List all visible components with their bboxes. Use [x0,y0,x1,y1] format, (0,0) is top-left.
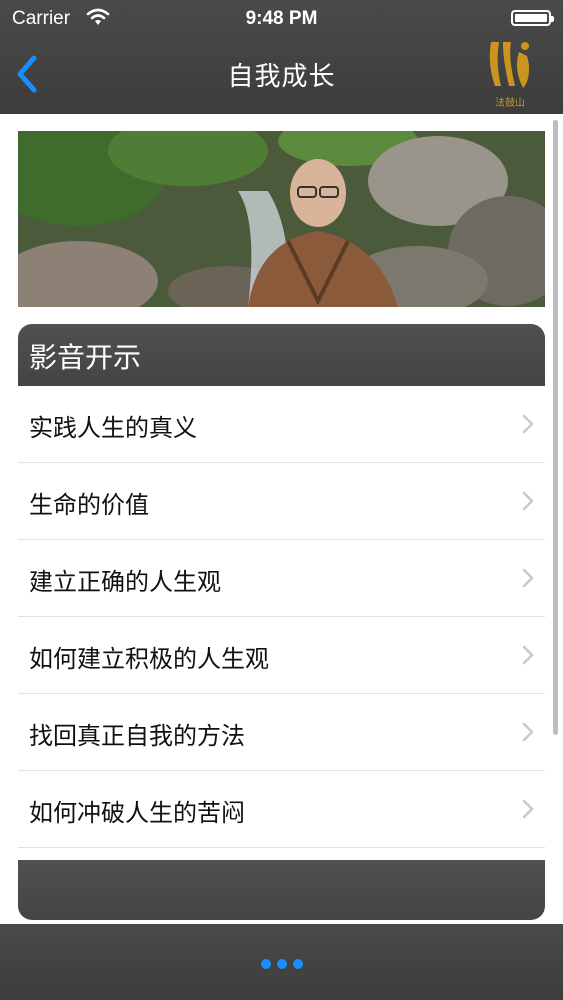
chevron-right-icon [522,491,534,511]
list-item-label: 如何冲破人生的苦闷 [29,799,245,827]
chevron-right-icon [522,568,534,588]
list-item-label: 生命的价值 [29,491,149,519]
chevron-right-icon [522,799,534,819]
list-item[interactable]: 生命的价值 [18,463,545,540]
dot-icon [276,959,287,969]
video-list: 实践人生的真义 生命的价值 建立正确的人生观 如何建立积极的人生观 找回真正自我… [18,386,545,848]
scrollbar[interactable] [553,120,558,735]
section-title: 影音开示 [29,341,142,374]
navigation-bar: Carrier 9:48 PM 自我成长 法鼓山 [0,0,563,114]
list-item-label: 建立正确的人生观 [29,568,221,596]
list-item-label: 如何建立积极的人生观 [29,645,269,673]
list-item[interactable]: 实践人生的真义 [18,386,545,463]
battery-icon [511,10,554,26]
chevron-right-icon [522,722,534,742]
dot-icon [260,959,271,969]
hero-image [18,131,545,307]
list-item[interactable]: 如何建立积极的人生观 [18,617,545,694]
list-item-label: 实践人生的真义 [29,414,197,442]
dharma-drum-logo-icon: 法鼓山 [485,38,535,110]
more-button[interactable] [0,954,563,973]
list-item[interactable]: 找回真正自我的方法 [18,694,545,771]
chevron-right-icon [522,645,534,665]
chevron-right-icon [522,414,534,434]
section-footer [18,860,545,920]
status-bar: Carrier 9:48 PM [0,0,563,40]
page-title: 自我成长 [227,62,336,92]
list-item-label: 找回真正自我的方法 [29,722,245,750]
list-item[interactable]: 建立正确的人生观 [18,540,545,617]
list-item[interactable]: 如何冲破人生的苦闷 [18,771,545,848]
logo-text: 法鼓山 [495,96,525,109]
section-header: 影音开示 [18,324,545,386]
bottom-toolbar [0,924,563,1000]
dot-icon [292,959,303,969]
clock: 9:48 PM [245,8,318,29]
